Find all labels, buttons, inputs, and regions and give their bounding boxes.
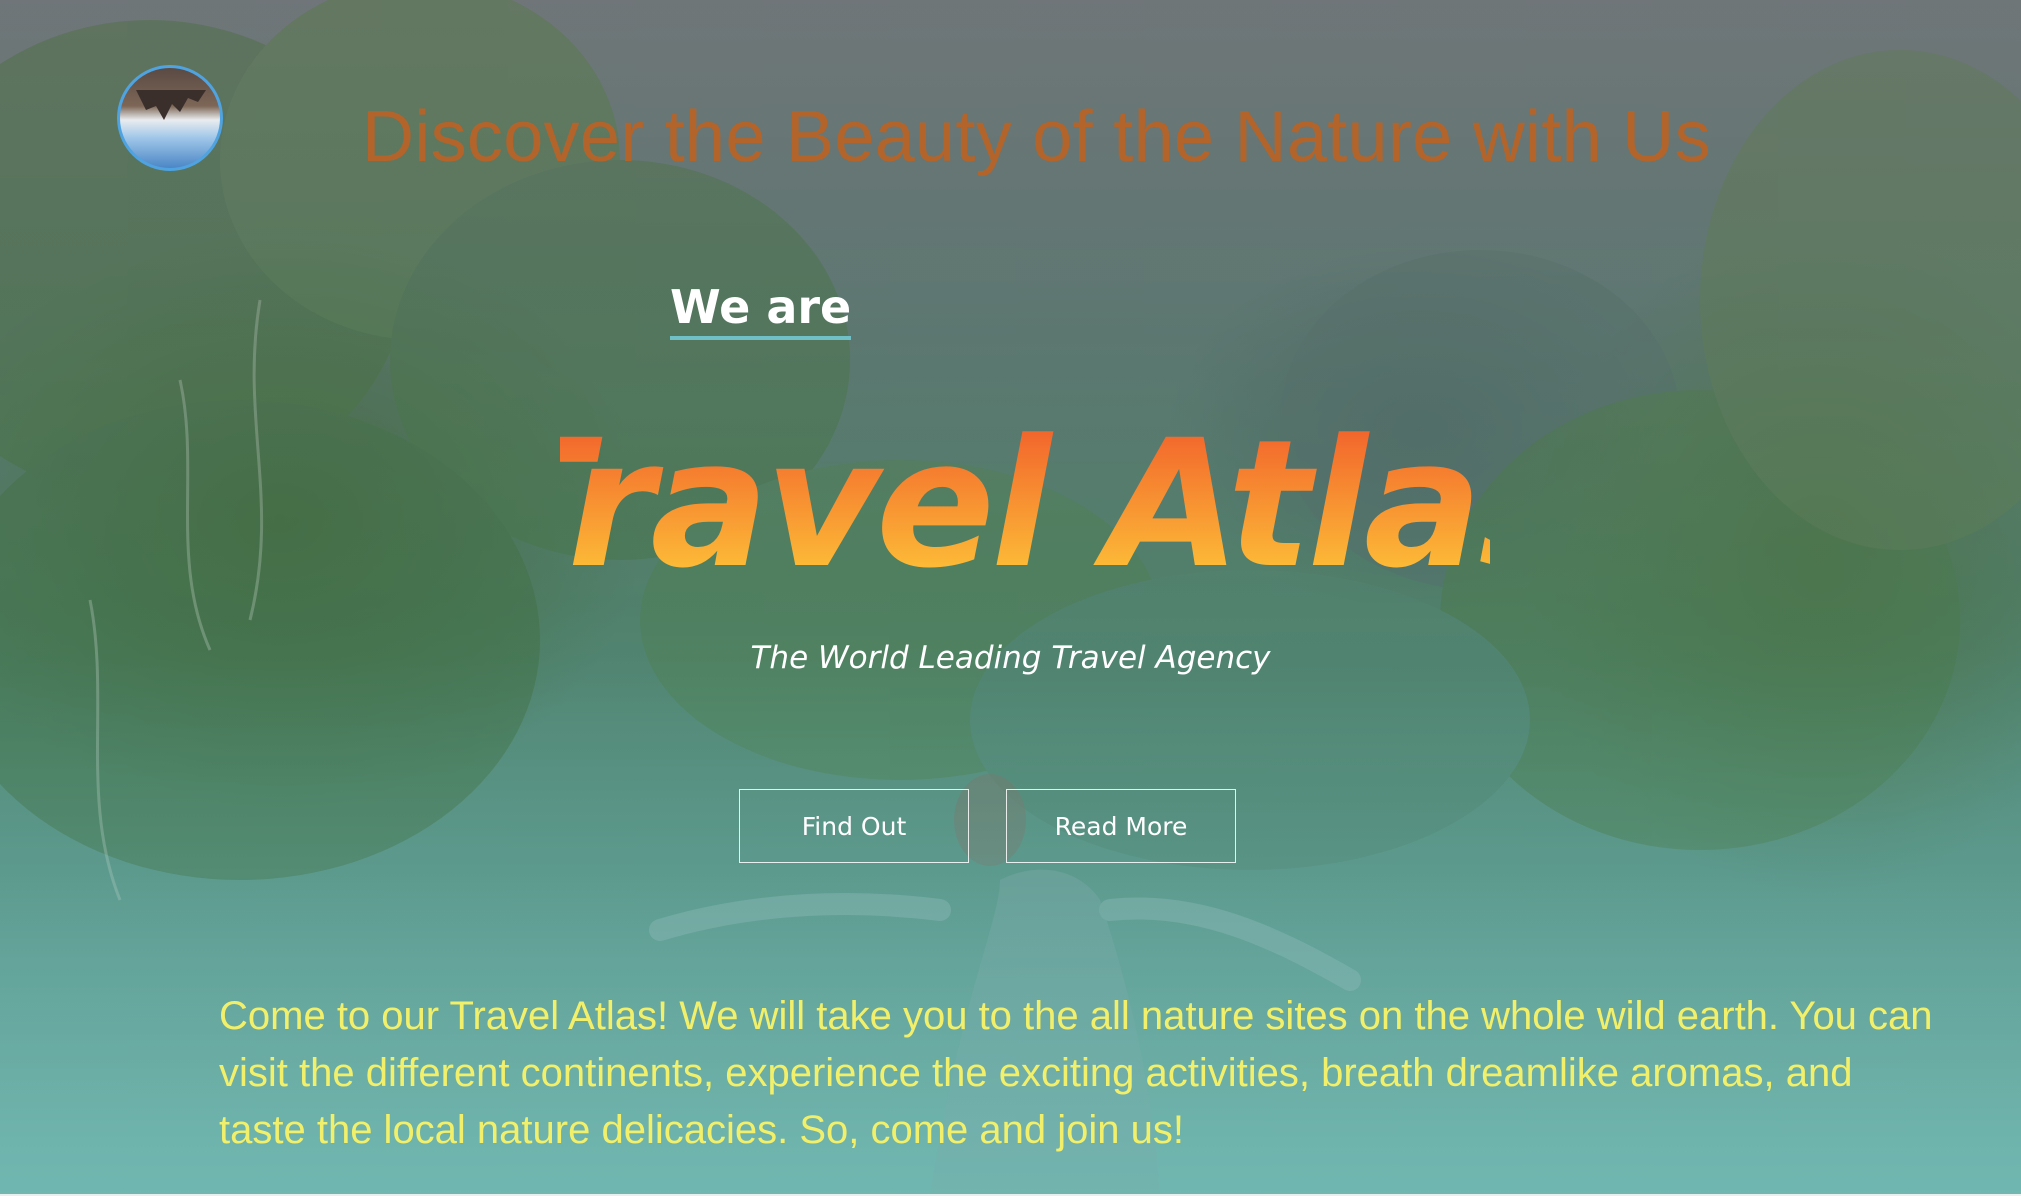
find-out-button[interactable]: Find Out [739,789,969,863]
brand-logo-text: Travel Atlas [560,402,1490,595]
reflected-landscape-logo-icon [136,90,206,120]
page-title: Discover the Beauty of the Nature with U… [362,97,1711,177]
site-logo[interactable] [117,65,223,171]
brand-name: Travel Atlas [560,402,1490,595]
we-are-label: We are [670,280,852,340]
tagline: The World Leading Travel Agency [750,640,1271,676]
intro-description: Come to our Travel Atlas! We will take y… [219,994,1933,1152]
read-more-button[interactable]: Read More [1006,789,1236,863]
